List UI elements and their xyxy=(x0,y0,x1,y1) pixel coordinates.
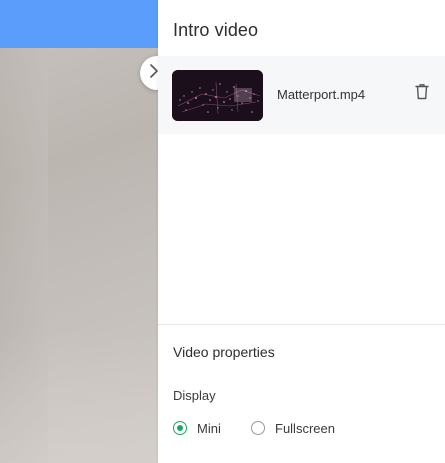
section-divider xyxy=(158,324,445,325)
display-label: Display xyxy=(173,388,216,403)
video-properties-title: Video properties xyxy=(173,344,275,360)
fullscreen-radio[interactable] xyxy=(251,421,265,435)
viewer-floor xyxy=(0,330,160,463)
mini-radio-label: Mini xyxy=(197,420,221,436)
panel-title: Intro video xyxy=(173,20,259,40)
app-stage: Intro video Matterport.mp4 Video propert… xyxy=(0,0,445,463)
mini-radio[interactable] xyxy=(173,421,187,435)
video-item[interactable]: Matterport.mp4 xyxy=(158,56,445,134)
video-file-name: Matterport.mp4 xyxy=(277,87,366,102)
video-thumbnail[interactable] xyxy=(172,70,263,121)
trash-icon xyxy=(415,83,429,105)
display-option-mini[interactable]: Mini xyxy=(173,418,221,438)
delete-video-button[interactable] xyxy=(413,84,431,104)
intro-video-panel: Intro video Matterport.mp4 Video propert… xyxy=(158,0,445,463)
tour-viewer[interactable] xyxy=(0,0,160,463)
viewer-top-bar xyxy=(0,0,160,48)
display-option-fullscreen[interactable]: Fullscreen xyxy=(251,418,335,438)
fullscreen-radio-label: Fullscreen xyxy=(275,420,335,436)
